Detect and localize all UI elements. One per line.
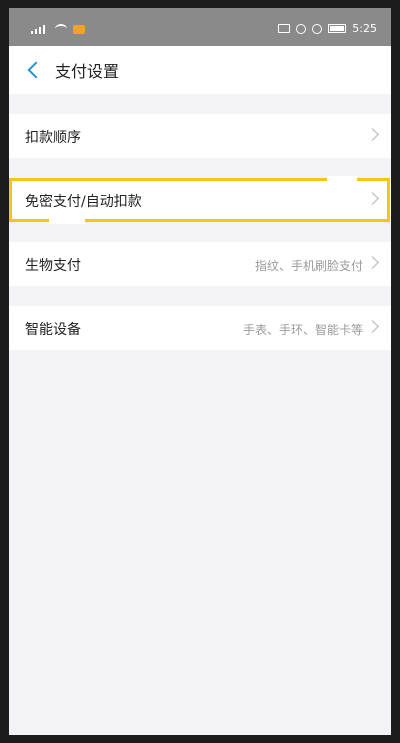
status-bar: 5:25 — [9, 8, 391, 46]
battery-icon — [328, 24, 347, 33]
list-item-deduction-order[interactable]: 扣款顺序 — [9, 114, 391, 158]
highlight-gap — [49, 218, 85, 224]
alarm-icon — [296, 23, 307, 34]
list-item-value: 手表、手环、智能卡等 — [242, 323, 363, 337]
phone-screen: 5:25 支付设置 扣款顺序 免密支付/自动扣款 生物支付 指纹、手机刷脸支付 … — [9, 8, 391, 735]
highlight-gap — [327, 176, 357, 182]
signal-icon — [31, 24, 49, 34]
list-item-smart-devices[interactable]: 智能设备 手表、手环、智能卡等 — [9, 306, 391, 350]
list-item-biometric-payment[interactable]: 生物支付 指纹、手机刷脸支付 — [9, 242, 391, 286]
wifi-icon — [55, 24, 67, 34]
list-item-label: 生物支付 — [25, 258, 81, 274]
status-time: 5:25 — [352, 22, 377, 35]
status-right: 5:25 — [278, 22, 377, 35]
nav-bar: 支付设置 — [9, 46, 391, 94]
back-arrow-icon[interactable] — [27, 60, 41, 80]
list-item-password-free-payment[interactable]: 免密支付/自动扣款 — [9, 178, 391, 222]
list-item-label: 免密支付/自动扣款 — [25, 194, 142, 210]
page-title: 支付设置 — [55, 62, 120, 81]
mute-icon — [312, 23, 323, 34]
notification-icon — [73, 24, 85, 34]
status-left — [31, 24, 85, 34]
chevron-right-icon — [366, 256, 379, 269]
list-item-value: 指纹、手机刷脸支付 — [254, 259, 363, 273]
chevron-right-icon — [366, 320, 379, 333]
chevron-right-icon — [366, 128, 379, 141]
chevron-right-icon — [366, 192, 379, 205]
list-item-label: 扣款顺序 — [25, 130, 81, 146]
list-item-label: 智能设备 — [25, 322, 81, 338]
nfc-icon — [278, 24, 291, 33]
